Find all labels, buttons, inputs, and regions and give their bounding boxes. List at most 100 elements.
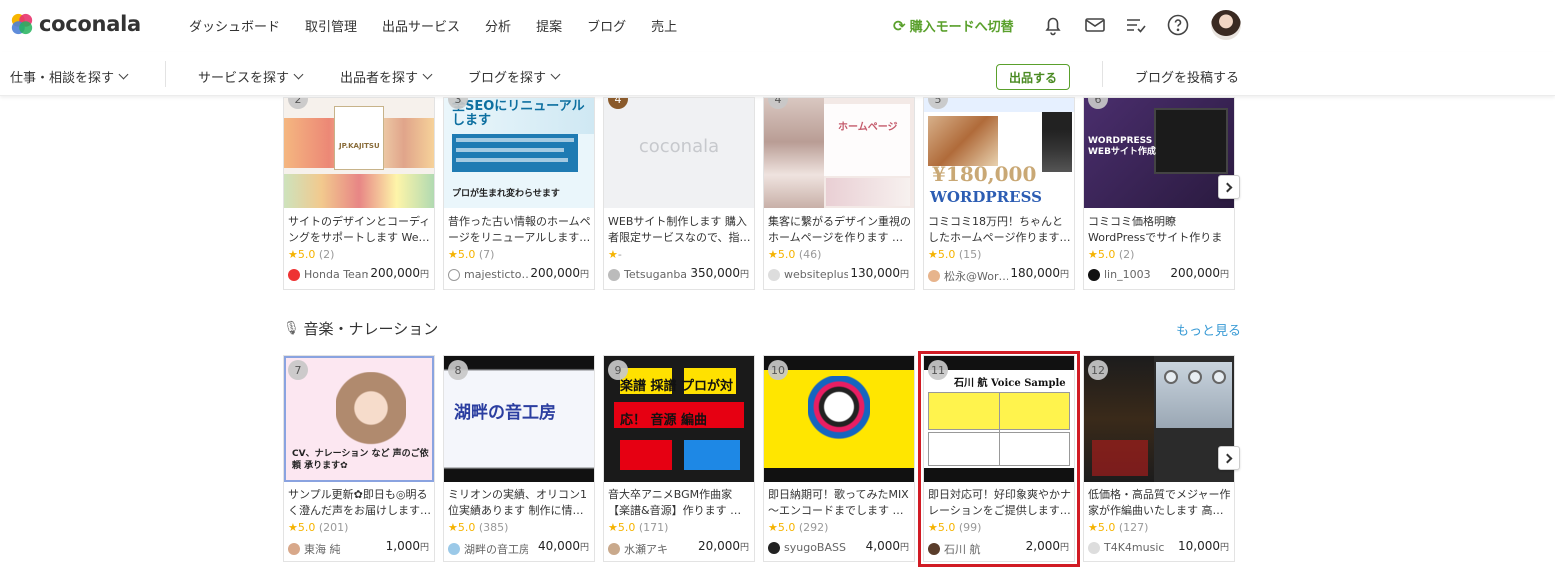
thumb-text: WORDPRESS WEBサイト作成: [1088, 136, 1156, 157]
nav-transactions[interactable]: 取引管理: [305, 16, 357, 35]
card-seller[interactable]: 水瀬アキ: [608, 541, 688, 557]
sell-button[interactable]: 出品する: [996, 64, 1070, 90]
review-count: (2): [1118, 248, 1135, 261]
coconala-logo[interactable]: coconala: [10, 11, 141, 37]
card-title[interactable]: WEBサイト制作します 購入者限定サービスなので、指…: [608, 214, 753, 246]
card-title[interactable]: 昔作った古い情報のホームページをリニューアルします…: [448, 214, 593, 246]
nav-proposals[interactable]: 提案: [536, 16, 562, 35]
nav-dashboard[interactable]: ダッシュボード: [189, 16, 280, 35]
help-icon[interactable]: [1166, 13, 1190, 37]
card-rating: ★5.0 (385): [448, 521, 508, 534]
microphone-icon: 🎙: [283, 321, 300, 336]
card-thumbnail: coconala: [604, 98, 754, 208]
card-title[interactable]: 即日納期可！歌ってみたMIX～エンコードまでします …: [768, 487, 913, 519]
card-seller[interactable]: lin_1003: [1088, 268, 1168, 281]
star-icon: ★: [1088, 521, 1098, 534]
price-value: 4,000: [865, 539, 900, 553]
find-blogs-dropdown[interactable]: ブログを探す: [468, 67, 561, 86]
price-unit: 円: [899, 270, 909, 280]
card-seller[interactable]: majesticto…: [448, 268, 528, 281]
service-card[interactable]: coconala 4 WEBサイト制作します 購入者限定サービスなので、指… ★…: [603, 97, 755, 290]
card-seller[interactable]: 松永@Wor…: [928, 268, 1008, 284]
card-seller[interactable]: syugoBASS: [768, 541, 848, 554]
rating-value: 5.0: [777, 248, 796, 261]
nav-analytics[interactable]: 分析: [485, 16, 511, 35]
bell-icon[interactable]: [1041, 13, 1065, 37]
nav-services[interactable]: 出品サービス: [382, 16, 460, 35]
seller-avatar: [1088, 268, 1100, 281]
card-title[interactable]: コミコミ価格明瞭WordPressでサイト作ります 詳しく…: [1088, 214, 1233, 246]
mail-icon[interactable]: [1083, 13, 1107, 37]
service-card[interactable]: WORDPRESS WEBサイト作成 6 コミコミ価格明瞭WordPressでサ…: [1083, 97, 1235, 290]
review-count: (2): [318, 248, 335, 261]
card-rating: ★5.0 (292): [768, 521, 828, 534]
star-icon: ★: [1088, 248, 1098, 261]
card-seller[interactable]: 湖畔の音工房: [448, 541, 528, 557]
seller-avatar: [448, 268, 460, 281]
rating-value: 5.0: [457, 248, 476, 261]
mode-switch-label: 購入モードへ切替: [909, 20, 1014, 35]
review-count: (7): [478, 248, 495, 261]
review-count: (127): [1118, 521, 1149, 534]
thumb-placeholder-logo: coconala: [638, 136, 720, 157]
see-more-link[interactable]: もっと見る: [1176, 320, 1241, 339]
star-icon: ★: [448, 248, 458, 261]
top-header: coconala ダッシュボード 取引管理 出品サービス 分析 提案 ブログ 売…: [0, 0, 1555, 52]
price-value: 20,000: [697, 539, 740, 553]
service-card[interactable]: 湖畔の音工房 8 ミリオンの実績、オリコン1位実績あります 制作に情… ★5.0…: [443, 355, 595, 562]
service-card[interactable]: 10 即日納期可！歌ってみたMIX～エンコードまでします … ★5.0 (292…: [763, 355, 915, 562]
chevron-right-icon: [1222, 182, 1233, 192]
rank-badge: 8: [448, 360, 468, 380]
nav-blog[interactable]: ブログ: [587, 16, 626, 35]
chevron-down-icon: [118, 69, 129, 80]
price-value: 200,000: [370, 266, 420, 280]
card-rating: ★5.0 (2): [288, 248, 334, 261]
card-title[interactable]: 集客に繋がるデザイン重視のホームページを作ります …: [768, 214, 913, 246]
card-seller[interactable]: Tetsuganba: [608, 268, 688, 281]
service-card[interactable]: 12 低価格・高品質でメジャー作家が作編曲いたします 高… ★5.0 (127)…: [1083, 355, 1235, 562]
card-seller[interactable]: Honda Team: [288, 268, 368, 281]
carousel-next-button[interactable]: [1218, 446, 1240, 470]
card-title[interactable]: サイトのデザインとコーディングをサポートします We…: [288, 214, 433, 246]
price-value: 350,000: [690, 266, 740, 280]
service-card[interactable]: 楽譜 採譜 プロが対応！ 音源 編曲 9 音大卒アニメBGM作曲家【楽譜&音源】…: [603, 355, 755, 562]
carousel-next-button[interactable]: [1218, 175, 1240, 199]
service-card[interactable]: JP.KAJITSU 2 サイトのデザインとコーディングをサポートします We……: [283, 97, 435, 290]
seller-name: Honda Team: [304, 268, 368, 281]
post-blog-link[interactable]: ブログを投稿する: [1135, 67, 1239, 86]
divider: [165, 61, 166, 87]
selection-highlight: [918, 351, 1080, 567]
card-price: 10,000円: [1178, 539, 1229, 553]
price-value: 200,000: [1170, 266, 1220, 280]
review-count: (292): [798, 521, 829, 534]
find-sellers-dropdown[interactable]: 出品者を探す: [340, 67, 433, 86]
rank-badge: 9: [608, 360, 628, 380]
service-card[interactable]: ホームページ 4 集客に繋がるデザイン重視のホームページを作ります … ★5.0…: [763, 97, 915, 290]
seller-name: 東海 純: [304, 543, 341, 556]
service-card[interactable]: 全SEOにリニューアルします プロが生まれ変わらせます 3 昔作った古い情報のホ…: [443, 97, 595, 290]
service-card[interactable]: ¥180,000 WORDPRESS 5 コミコミ18万円！ちゃんとしたホームペ…: [923, 97, 1075, 290]
thumb-text: 楽譜 採譜 プロが対応！ 音源 編曲: [620, 379, 734, 428]
star-icon: ★: [448, 521, 458, 534]
nav-sales[interactable]: 売上: [651, 16, 677, 35]
find-services-dropdown[interactable]: サービスを探す: [198, 67, 304, 86]
find-jobs-dropdown[interactable]: 仕事・相談を探す: [10, 67, 129, 86]
card-price: 40,000円: [538, 539, 589, 553]
card-thumbnail: WORDPRESS WEBサイト作成: [1084, 98, 1234, 208]
card-title[interactable]: サンプル更新✿即日も◎明るく澄んだ声をお届けします…: [288, 487, 433, 519]
card-seller[interactable]: 東海 純: [288, 541, 368, 557]
rank-badge: 7: [288, 360, 308, 380]
card-title[interactable]: コミコミ18万円！ちゃんとしたホームページ作ります…: [928, 214, 1073, 246]
switch-to-buyer-mode[interactable]: ⟳ 購入モードへ切替: [893, 16, 1014, 36]
card-title[interactable]: 音大卒アニメBGM作曲家【楽譜&音源】作ります …: [608, 487, 753, 519]
card-title[interactable]: 低価格・高品質でメジャー作家が作編曲いたします 高…: [1088, 487, 1233, 519]
user-avatar[interactable]: [1211, 10, 1241, 40]
card-seller[interactable]: websiteplus: [768, 268, 848, 281]
chevron-down-icon: [293, 69, 304, 80]
checklist-icon[interactable]: [1124, 13, 1148, 37]
card-rating: ★5.0 (46): [768, 248, 821, 261]
service-card[interactable]: CV、ナレーション など 声のご依頼 承ります✿ 7 サンプル更新✿即日も◎明る…: [283, 355, 435, 562]
card-title[interactable]: ミリオンの実績、オリコン1位実績あります 制作に情…: [448, 487, 593, 519]
card-seller[interactable]: T4K4music: [1088, 541, 1168, 554]
review-count: -: [617, 248, 622, 261]
